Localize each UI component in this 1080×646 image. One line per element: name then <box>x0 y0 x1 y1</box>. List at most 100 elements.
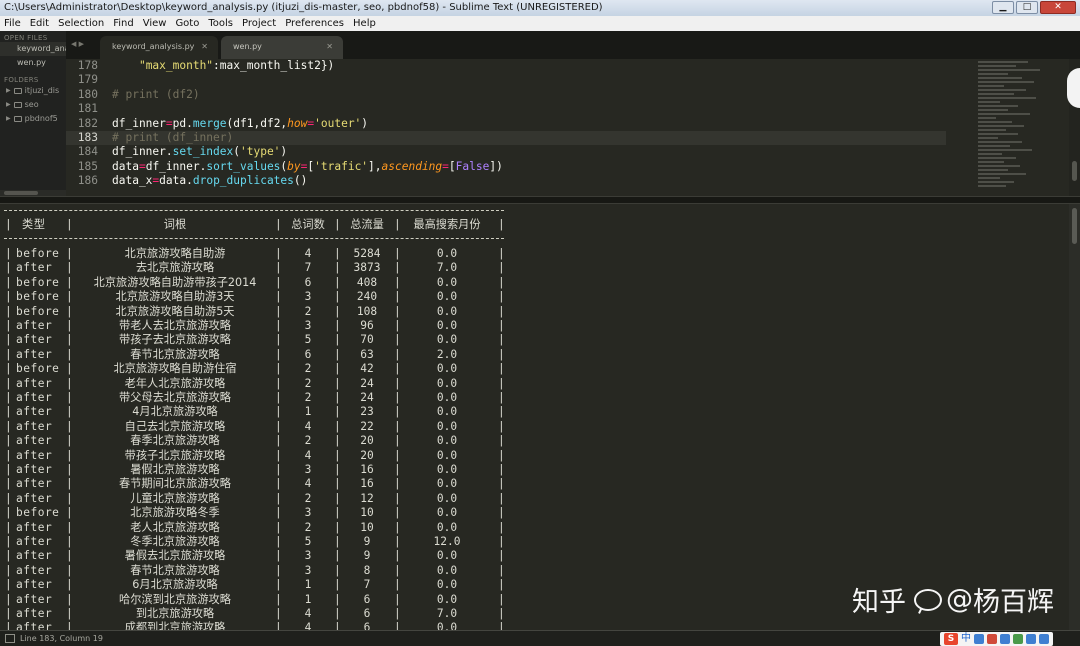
ime-mode[interactable]: 中 <box>961 633 971 645</box>
cell-sep: | <box>498 333 505 347</box>
punctuation-icon[interactable] <box>987 634 997 644</box>
cell-sep: | <box>498 578 505 592</box>
sidebar-file-keyword-analysis[interactable]: keyword_ana <box>0 42 66 56</box>
cell-sep: | <box>66 491 73 505</box>
close-icon[interactable]: ✕ <box>201 36 208 58</box>
cell-sep: | <box>498 535 505 548</box>
menu-tools[interactable]: Tools <box>204 16 238 31</box>
cell-month: 0.0 <box>436 405 458 419</box>
output-scrollbar[interactable] <box>1069 204 1080 630</box>
panel-toggle-icon[interactable] <box>5 634 15 643</box>
minimap[interactable] <box>976 59 1062 193</box>
cell-flow: 63 <box>360 347 374 361</box>
tab-keyword-analysis[interactable]: keyword_analysis.py ✕ <box>100 36 218 59</box>
ime-toolbar[interactable]: S 中 <box>940 632 1053 646</box>
cell-sep: | <box>66 275 73 289</box>
cell-count: 2 <box>304 376 312 390</box>
moon-icon[interactable] <box>974 634 984 644</box>
cell-flow: 22 <box>360 419 374 433</box>
cell-sep: | <box>66 391 73 404</box>
cell-sep: | <box>5 535 12 548</box>
cell-type: after <box>16 491 53 505</box>
cell-word: 北京旅游攻略自助游3天 <box>115 290 235 304</box>
close-button[interactable]: ✕ <box>1040 1 1076 14</box>
skin-icon[interactable] <box>1026 634 1036 644</box>
menu-file[interactable]: File <box>0 16 26 31</box>
cell-flow: 70 <box>360 333 374 347</box>
cell-sep: | <box>5 376 12 390</box>
cell-flow: 9 <box>363 549 371 563</box>
menu-preferences[interactable]: Preferences <box>281 16 349 31</box>
microphone-icon[interactable] <box>1000 634 1010 644</box>
cell-sep: | <box>5 261 12 275</box>
cell-sep: | <box>5 434 12 448</box>
cell-type: after <box>16 419 53 433</box>
floating-circle-button[interactable] <box>1067 68 1080 108</box>
menu-view[interactable]: View <box>139 16 172 31</box>
folder-icon <box>13 102 22 108</box>
cell-month: 0.0 <box>436 376 458 390</box>
cell-count: 3 <box>304 563 312 577</box>
cell-word: 冬季北京旅游攻略 <box>130 535 220 548</box>
cell-sep: | <box>498 621 505 630</box>
cell-sep: | <box>5 506 12 520</box>
code-editor[interactable]: 178 179 180 181 182 183 184 185 186 "max… <box>66 59 1080 196</box>
cell-sep: | <box>66 549 73 563</box>
chat-bubble-icon <box>914 588 942 611</box>
menu-project[interactable]: Project <box>238 16 281 31</box>
cell-sep: | <box>5 520 12 534</box>
cell-word: 带孩子北京旅游攻略 <box>124 448 226 462</box>
cell-sep: | <box>66 376 73 390</box>
cell-count: 6 <box>304 347 312 361</box>
cell-type: after <box>16 535 53 548</box>
cell-sep: | <box>498 549 505 563</box>
cell-sep: | <box>5 391 12 404</box>
cell-count: 1 <box>304 592 312 606</box>
output-scroll-thumb[interactable] <box>1072 208 1077 244</box>
menu-edit[interactable]: Edit <box>26 16 54 31</box>
cell-flow: 5284 <box>353 247 381 260</box>
cell-count: 1 <box>304 405 312 419</box>
cell-sep: | <box>498 275 505 289</box>
cell-count: 3 <box>304 549 312 563</box>
panel-splitter[interactable] <box>0 196 1080 204</box>
cell-sep: | <box>5 347 12 361</box>
cell-count: 4 <box>304 621 312 630</box>
cell-count: 3 <box>304 506 312 520</box>
cell-type: before <box>16 247 60 260</box>
menu-help[interactable]: Help <box>349 16 381 31</box>
tab-nav-arrows[interactable]: ◀ ▶ <box>71 40 84 48</box>
maximize-button[interactable]: □ <box>1016 1 1038 14</box>
sidebar-folder-seo[interactable]: ▶ seo <box>0 98 66 112</box>
cell-word: 老年人北京旅游攻略 <box>124 376 226 390</box>
cell-type: after <box>16 376 53 390</box>
cell-count: 3 <box>304 319 312 332</box>
toolbox-icon[interactable] <box>1039 634 1049 644</box>
menu-selection[interactable]: Selection <box>54 16 109 31</box>
cell-sep: | <box>498 434 505 448</box>
cell-flow: 16 <box>360 463 374 476</box>
header-word: 词根 <box>163 218 187 231</box>
code-line: data_x=data.drop_duplicates() <box>112 174 308 188</box>
keyboard-icon[interactable] <box>1013 634 1023 644</box>
minimize-button[interactable]: ▁ <box>992 1 1014 14</box>
cell-sep: | <box>5 592 12 606</box>
cell-sep: | <box>498 491 505 505</box>
code-line: df_inner=pd.merge(df1,df2,how='outer') <box>112 116 369 130</box>
sidebar-folder-itjuzi[interactable]: ▶ itjuzi_dis <box>0 84 66 98</box>
sidebar-file-wen[interactable]: wen.py <box>0 56 66 70</box>
cell-sep: | <box>5 405 12 419</box>
code-line: data=df_inner.sort_values(by=['trafic'],… <box>112 159 503 173</box>
cell-flow: 12 <box>360 491 374 505</box>
close-icon[interactable]: ✕ <box>326 36 333 58</box>
sidebar-scroll-thumb[interactable] <box>4 191 38 195</box>
sidebar-folder-label: pbdnof5 <box>24 114 58 123</box>
editor-scroll-thumb[interactable] <box>1072 161 1077 181</box>
menu-find[interactable]: Find <box>109 16 139 31</box>
sidebar-folder-pbdnof58[interactable]: ▶ pbdnof5 <box>0 112 66 126</box>
header-flow: 总流量 <box>350 218 384 231</box>
menu-goto[interactable]: Goto <box>171 16 204 31</box>
cell-sep: | <box>498 405 505 419</box>
tab-wen[interactable]: wen.py ✕ <box>221 36 343 59</box>
cell-month: 0.0 <box>436 419 458 433</box>
